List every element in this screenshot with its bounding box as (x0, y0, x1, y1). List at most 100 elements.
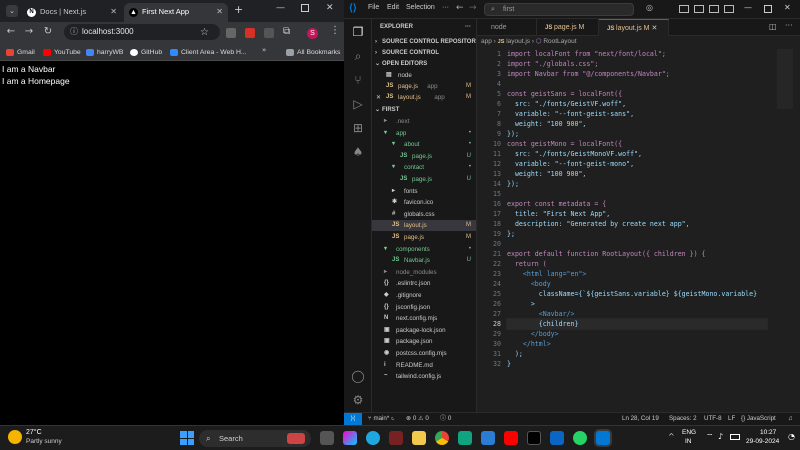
youtube-app-icon[interactable] (504, 431, 518, 445)
weather-temp[interactable]: 27°C (26, 429, 42, 436)
menu-more[interactable]: ··· (442, 4, 449, 11)
info-indicator[interactable]: ⓘ 0 (440, 413, 451, 425)
tree-item[interactable]: i README.md (372, 360, 476, 371)
tree-item[interactable]: ~ tailwind.config.js (372, 371, 476, 382)
git-branch[interactable]: ⑂ main* ↻ (368, 413, 395, 425)
tree-item[interactable]: ▣ package.json (372, 336, 476, 347)
vscode-app-icon[interactable] (596, 431, 610, 445)
site-info-icon[interactable]: ⓘ (70, 24, 78, 40)
clock-date[interactable]: 29-09-2024 (746, 438, 779, 445)
minimap[interactable] (777, 49, 793, 109)
weather-desc[interactable]: Partly sunny (26, 438, 62, 445)
mongodb-icon[interactable]: ♠ (351, 145, 365, 159)
source-control-icon[interactable]: ⑂ (351, 73, 365, 87)
input-region[interactable]: IN (685, 438, 692, 445)
store-icon[interactable] (481, 431, 495, 445)
tree-item[interactable]: ✱ favicon.ico (372, 197, 476, 208)
maximize-icon[interactable] (301, 4, 309, 12)
tree-item[interactable]: ▾ components • (372, 244, 476, 255)
editor-tab-node[interactable]: node (477, 19, 537, 36)
section-source-control-repos[interactable]: › SOURCE CONTROL REPOSITOR... (372, 37, 476, 48)
tree-item[interactable]: ▾ contact • (372, 162, 476, 173)
battery-icon[interactable] (730, 434, 740, 440)
settings-gear-icon[interactable]: ⚙ (351, 393, 365, 407)
x-app-icon[interactable] (527, 431, 541, 445)
all-bookmarks-folder[interactable]: All Bookmarks (286, 46, 340, 59)
breadcrumb-item[interactable]: RootLayout (543, 38, 576, 45)
tree-item[interactable]: JS page.js U (372, 151, 476, 162)
close-window-icon[interactable]: ✕ (326, 3, 334, 13)
volume-icon[interactable]: ♪ (718, 432, 723, 441)
media-app-icon[interactable] (389, 431, 403, 445)
bookmark-client-area[interactable]: Client Area - Web H... (170, 46, 247, 59)
tree-item[interactable]: ▾ about • (372, 139, 476, 150)
file-explorer-icon[interactable] (412, 431, 426, 445)
reload-icon[interactable]: ↻ (41, 24, 55, 40)
editor-tab-layout-js[interactable]: JS layout.js M ✕ (599, 19, 669, 36)
input-language[interactable]: ENG (682, 429, 696, 436)
start-windows-icon[interactable] (180, 431, 194, 445)
chrome-icon[interactable] (435, 431, 449, 445)
menu-edit[interactable]: Edit (387, 4, 399, 11)
tree-item[interactable]: {} .eslintrc.json (372, 278, 476, 289)
cursor-position[interactable]: Ln 28, Col 19 (622, 413, 659, 425)
tree-item[interactable]: ◆ .gitignore (372, 290, 476, 301)
browser-menu-icon[interactable]: ⋮ (330, 25, 340, 36)
customize-layout-icon[interactable] (724, 5, 734, 13)
problems-indicator[interactable]: ⊗ 0 ⚠ 0 (406, 413, 429, 425)
bookmark-youtube[interactable]: YouTube (43, 46, 81, 59)
tree-item[interactable]: JS page.js U (372, 174, 476, 185)
menu-selection[interactable]: Selection (406, 4, 435, 11)
copilot-icon[interactable]: ◎ (646, 3, 653, 12)
wifi-icon[interactable]: ⌔ (706, 432, 714, 442)
minimize-icon[interactable]: — (276, 3, 285, 13)
bookmark-github[interactable]: GitHub (130, 46, 162, 59)
bookmarks-overflow-icon[interactable]: » (262, 46, 266, 54)
section-open-editors[interactable]: ⌄ OPEN EDITORS (372, 59, 476, 70)
clock-time[interactable]: 10:27 (760, 429, 776, 436)
minimize-icon[interactable]: — (744, 3, 752, 12)
explorer-icon[interactable]: ❐ (351, 25, 365, 39)
extension-icon[interactable] (226, 28, 236, 38)
notification-icon[interactable]: ◔ (788, 432, 795, 441)
close-tab-icon[interactable]: ✕ (651, 25, 657, 32)
section-source-control[interactable]: › SOURCE CONTROL (372, 48, 476, 59)
forward-icon[interactable]: → (22, 24, 36, 40)
profile-avatar[interactable]: S (307, 28, 318, 39)
close-tab-icon[interactable]: ✕ (110, 3, 117, 21)
tree-item[interactable]: ▣ package-lock.json (372, 325, 476, 336)
edge-icon[interactable] (366, 431, 380, 445)
indentation[interactable]: Spaces: 2 (669, 413, 697, 425)
maximize-icon[interactable] (764, 5, 772, 13)
notifications-bell-icon[interactable]: ♫ (788, 413, 793, 425)
chatgpt-icon[interactable] (458, 431, 472, 445)
tree-item[interactable]: ▸ .next (372, 116, 476, 127)
tree-item[interactable]: Nnext.config.mjs (372, 313, 476, 324)
tree-item[interactable]: # globals.css (372, 209, 476, 220)
tray-overflow-icon[interactable]: ^ (668, 432, 675, 441)
tree-item[interactable]: JS Navbar.js U (372, 255, 476, 266)
breadcrumb-item[interactable]: layout.js (506, 38, 530, 45)
search-icon[interactable]: ⌕ (351, 49, 365, 63)
nav-forward-icon[interactable]: → (469, 3, 477, 13)
menu-file[interactable]: File (368, 4, 379, 11)
task-view-icon[interactable] (320, 431, 334, 445)
language-mode[interactable]: {} JavaScript (741, 413, 776, 425)
split-editor-icon[interactable]: ◫ (769, 22, 777, 31)
tree-item[interactable]: ◉ postcss.config.mjs (372, 348, 476, 359)
tree-item[interactable]: ▾ app • (372, 128, 476, 139)
editor-tab-page-js[interactable]: JS page.js M (537, 19, 599, 36)
extensions-puzzle-icon[interactable]: ⧉ (283, 26, 290, 37)
address-bar[interactable]: ⓘ localhost:3000 (64, 24, 220, 40)
copilot-app-icon[interactable] (343, 431, 357, 445)
close-window-icon[interactable]: ✕ (784, 3, 791, 12)
command-center[interactable]: ⌕ first (484, 3, 634, 16)
new-tab-button[interactable]: + (234, 3, 243, 17)
toggle-sidebar-icon[interactable] (679, 5, 689, 13)
open-editor-item[interactable]: ✕ JS layout.js app M (372, 92, 476, 103)
more-actions-icon[interactable]: ··· (465, 22, 471, 33)
linkedin-icon[interactable] (550, 431, 564, 445)
end-of-line[interactable]: LF (728, 413, 735, 425)
open-editor-item[interactable]: JS page.js app M (372, 81, 476, 92)
open-editor-item[interactable]: ▤ node (372, 70, 476, 81)
